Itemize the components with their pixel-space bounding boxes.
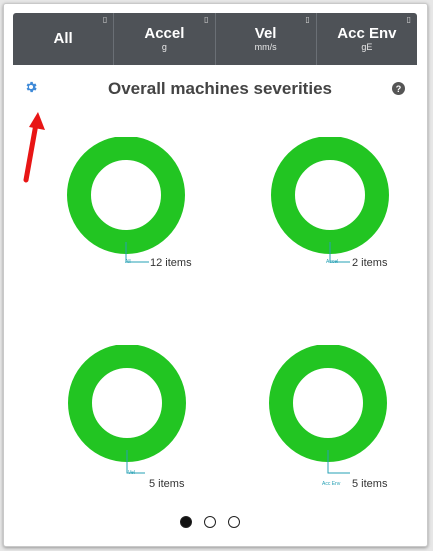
pagination-dots — [180, 516, 240, 528]
leader-label: Vel — [128, 470, 135, 476]
tab-unit: g — [161, 42, 167, 52]
tab-vel[interactable]: ▯ Vel mm/s — [216, 13, 317, 65]
donut-chart-all[interactable]: All 12 items — [64, 137, 194, 287]
page-dot-2[interactable] — [204, 516, 216, 528]
tab-corner-marker: ▯ — [305, 15, 310, 24]
donut-chart-accel[interactable]: Accel 2 items — [268, 137, 398, 287]
tab-label: All — [53, 30, 73, 47]
page-dot-1[interactable] — [180, 516, 192, 528]
tab-corner-marker: ▯ — [406, 15, 411, 24]
donut-items-count: 5 items — [352, 478, 388, 490]
tab-unit: gE — [361, 42, 373, 52]
tab-accel[interactable]: ▯ Accel g — [114, 13, 216, 65]
donut-items-count: 2 items — [352, 257, 388, 269]
tab-label: Acc Env — [337, 25, 397, 42]
tab-corner-marker: ▯ — [102, 15, 108, 24]
tab-unit: mm/s — [254, 42, 277, 52]
help-icon[interactable]: ? — [392, 82, 405, 95]
donut-items-count: 12 items — [150, 257, 192, 269]
leader-label: All — [125, 259, 131, 265]
page-dot-3[interactable] — [228, 516, 240, 528]
unit-tabs: ▯ All ▯ Accel g ▯ Vel mm/s ▯ Acc Env gE — [13, 13, 417, 65]
leader-label: Acc Env — [322, 481, 341, 487]
red-arrow-icon — [23, 112, 45, 183]
tab-corner-marker: ▯ — [204, 15, 209, 24]
page-title: Overall machines severities — [108, 79, 332, 98]
donut-chart-acc-env[interactable]: Acc Env 5 items — [266, 345, 396, 495]
donut-chart-vel[interactable]: Vel 5 items — [65, 345, 195, 495]
donut-ring — [269, 345, 387, 474]
leader-label: Accel — [326, 259, 339, 265]
tab-acc-env[interactable]: ▯ Acc Env gE — [317, 13, 417, 65]
donut-items-count: 5 items — [149, 478, 185, 490]
tab-all[interactable]: ▯ All — [13, 13, 115, 65]
tab-label: Vel — [254, 25, 277, 42]
gear-icon[interactable] — [24, 80, 38, 94]
tab-label: Accel — [144, 25, 185, 42]
